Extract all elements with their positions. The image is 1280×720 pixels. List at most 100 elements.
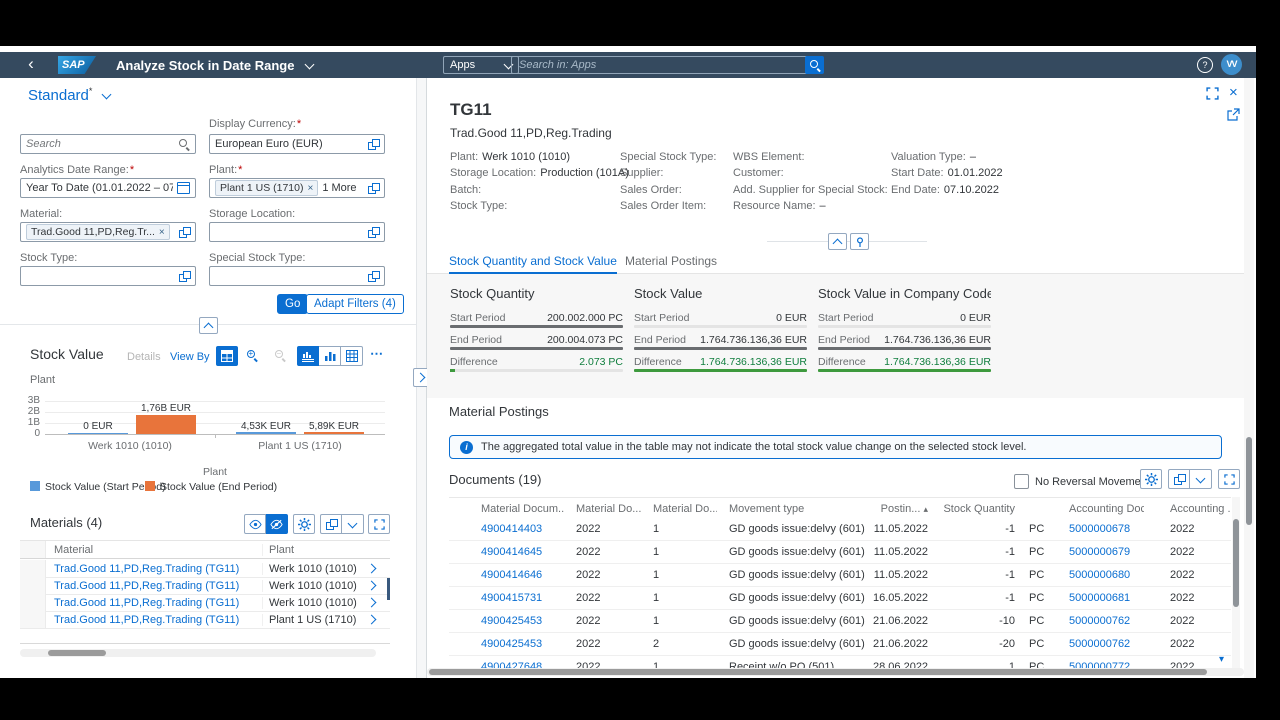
search-icon[interactable] (178, 138, 190, 150)
bar-start-werk1010[interactable] (68, 433, 128, 434)
row-selector[interactable] (20, 560, 46, 577)
token-remove-icon[interactable]: × (307, 183, 313, 194)
table-row[interactable]: Trad.Good 11,PD,Reg.Trading (TG11) Werk … (20, 560, 390, 578)
value-help-icon[interactable] (179, 227, 190, 238)
row-nav-chevron-icon[interactable] (362, 563, 380, 575)
details-button[interactable]: Details (127, 351, 161, 363)
material-document-link[interactable]: 4900425453 (469, 638, 564, 650)
value-help-icon[interactable] (368, 183, 379, 194)
expand-table-icon[interactable] (368, 514, 390, 534)
tab-stock-quantity-and-value[interactable]: Stock Quantity and Stock Value (449, 254, 617, 275)
accounting-document-link[interactable]: 5000000681 (1057, 592, 1144, 604)
col-material-document[interactable]: Material Docum... (469, 503, 564, 515)
storage-location-field[interactable] (209, 222, 385, 242)
avatar[interactable]: VV (1221, 54, 1242, 75)
materials-horizontal-scrollbar[interactable] (20, 649, 376, 657)
table-row[interactable]: 4900414403 2022 1 GD goods issue:delvy (… (449, 518, 1231, 541)
materials-vertical-scrollbar[interactable] (387, 578, 390, 600)
collapse-filterbar-button[interactable] (199, 317, 218, 334)
bar-chart-icon[interactable] (319, 346, 341, 366)
selection-column-header[interactable] (20, 541, 46, 558)
collapse-header-button[interactable] (828, 233, 847, 250)
row-nav-chevron-icon[interactable] (362, 597, 380, 609)
table-row[interactable]: Trad.Good 11,PD,Reg.Trading (TG11) Werk … (20, 577, 390, 595)
date-range-field[interactable]: Year To Date (01.01.2022 – 07.1... (20, 178, 196, 198)
material-document-link[interactable]: 4900414645 (469, 546, 564, 558)
adapt-filters-button[interactable]: Adapt Filters (4) (306, 294, 404, 314)
accounting-document-link[interactable]: 5000000680 (1057, 569, 1144, 581)
close-panel-icon[interactable]: × (1229, 84, 1238, 101)
accounting-document-link[interactable]: 5000000762 (1057, 638, 1144, 650)
material-document-link[interactable]: 4900414403 (469, 523, 564, 535)
table-row[interactable]: 4900415731 2022 1 GD goods issue:delvy (… (449, 587, 1231, 610)
enter-fullscreen-icon[interactable] (1206, 87, 1219, 100)
row-nav-chevron-icon[interactable] (362, 614, 380, 626)
settings-gear-icon[interactable] (293, 514, 315, 534)
col-posting-date[interactable]: Postin... ▴ (873, 503, 934, 515)
scrollbar-thumb[interactable] (48, 650, 106, 656)
export-icon[interactable] (1168, 469, 1190, 489)
show-details-eye-icon[interactable] (244, 514, 266, 534)
row-selector[interactable] (20, 611, 46, 628)
value-help-icon[interactable] (368, 227, 379, 238)
help-icon[interactable]: ? (1197, 57, 1213, 73)
table-view-icon[interactable] (341, 346, 363, 366)
table-row[interactable]: 4900425453 2022 1 GD goods issue:delvy (… (449, 610, 1231, 633)
value-help-icon[interactable] (368, 139, 379, 150)
material-document-link[interactable]: 4900415731 (469, 592, 564, 604)
material-document-link[interactable]: 4900425453 (469, 615, 564, 627)
shell-search-input[interactable]: Search in: Apps (511, 56, 819, 74)
token-remove-icon[interactable]: × (159, 227, 165, 238)
plant-field[interactable]: Plant 1 US (1710) × 1 More (209, 178, 385, 198)
plant-token[interactable]: Plant 1 US (1710) × (215, 180, 318, 196)
settings-gear-icon[interactable] (1140, 469, 1162, 489)
hide-details-eye-slash-icon[interactable] (266, 514, 288, 534)
accounting-document-link[interactable]: 5000000762 (1057, 615, 1144, 627)
material-document-link[interactable]: 4900414646 (469, 569, 564, 581)
col-accounting-document[interactable]: Accounting Docu... (1057, 503, 1144, 515)
view-by-button[interactable]: View By (170, 351, 210, 363)
combo-chart-icon[interactable] (297, 346, 319, 366)
scrollbar-thumb[interactable] (1246, 437, 1252, 525)
material-token[interactable]: Trad.Good 11,PD,Reg.Tr... × (26, 224, 170, 240)
stock-type-field[interactable] (20, 266, 196, 286)
table-row[interactable]: 4900425453 2022 2 GD goods issue:delvy (… (449, 633, 1231, 656)
search-scope-select[interactable]: Apps (443, 56, 519, 74)
legend-item-end-period[interactable]: Stock Value (End Period) (145, 481, 277, 493)
variant-selector[interactable]: Standard* (28, 86, 110, 104)
col-material-doc-item[interactable]: Material Do... (641, 503, 717, 515)
col-stock-quantity[interactable]: Stock Quantity (934, 503, 1021, 515)
col-accounting-doc-year[interactable]: Accounting ... (1144, 503, 1231, 515)
table-row[interactable]: 4900414645 2022 1 GD goods issue:delvy (… (449, 541, 1231, 564)
panel-horizontal-scrollbar[interactable] (427, 668, 1244, 676)
value-help-icon[interactable] (179, 271, 190, 282)
page-vertical-scrollbar[interactable] (1244, 78, 1254, 678)
material-column-header[interactable]: Material (46, 544, 262, 556)
drilldown-icon[interactable] (216, 346, 238, 366)
material-link[interactable]: Trad.Good 11,PD,Reg.Trading (TG11) (46, 563, 262, 575)
documents-vertical-scrollbar[interactable] (1232, 497, 1240, 669)
sap-logo[interactable]: SAP (58, 56, 96, 74)
material-link[interactable]: Trad.Good 11,PD,Reg.Trading (TG11) (46, 614, 262, 626)
go-button[interactable]: Go (277, 294, 308, 314)
table-row[interactable]: 4900414646 2022 1 GD goods issue:delvy (… (449, 564, 1231, 587)
shell-search-button[interactable] (805, 56, 824, 74)
checkbox[interactable] (1014, 474, 1029, 489)
no-reversal-checkbox-group[interactable]: No Reversal Movements (1014, 474, 1155, 489)
material-link[interactable]: Trad.Good 11,PD,Reg.Trading (TG11) (46, 597, 262, 609)
row-selector[interactable] (20, 577, 46, 594)
date-picker-icon[interactable] (177, 182, 190, 194)
bar-start-plant1us[interactable] (236, 432, 296, 434)
row-nav-chevron-icon[interactable] (362, 580, 380, 592)
share-icon[interactable] (1227, 108, 1240, 121)
value-help-icon[interactable] (368, 271, 379, 282)
back-icon[interactable]: ‹ (22, 56, 40, 74)
scrollbar-thumb[interactable] (429, 669, 1207, 675)
special-stock-type-field[interactable] (209, 266, 385, 286)
app-title[interactable]: Analyze Stock in Date Range (116, 58, 313, 73)
accounting-document-link[interactable]: 5000000678 (1057, 523, 1144, 535)
export-chevron-down-icon[interactable] (342, 514, 364, 534)
expand-table-icon[interactable] (1218, 469, 1240, 489)
scrollbar-thumb[interactable] (1233, 519, 1239, 607)
col-movement-type[interactable]: Movement type (717, 503, 873, 515)
